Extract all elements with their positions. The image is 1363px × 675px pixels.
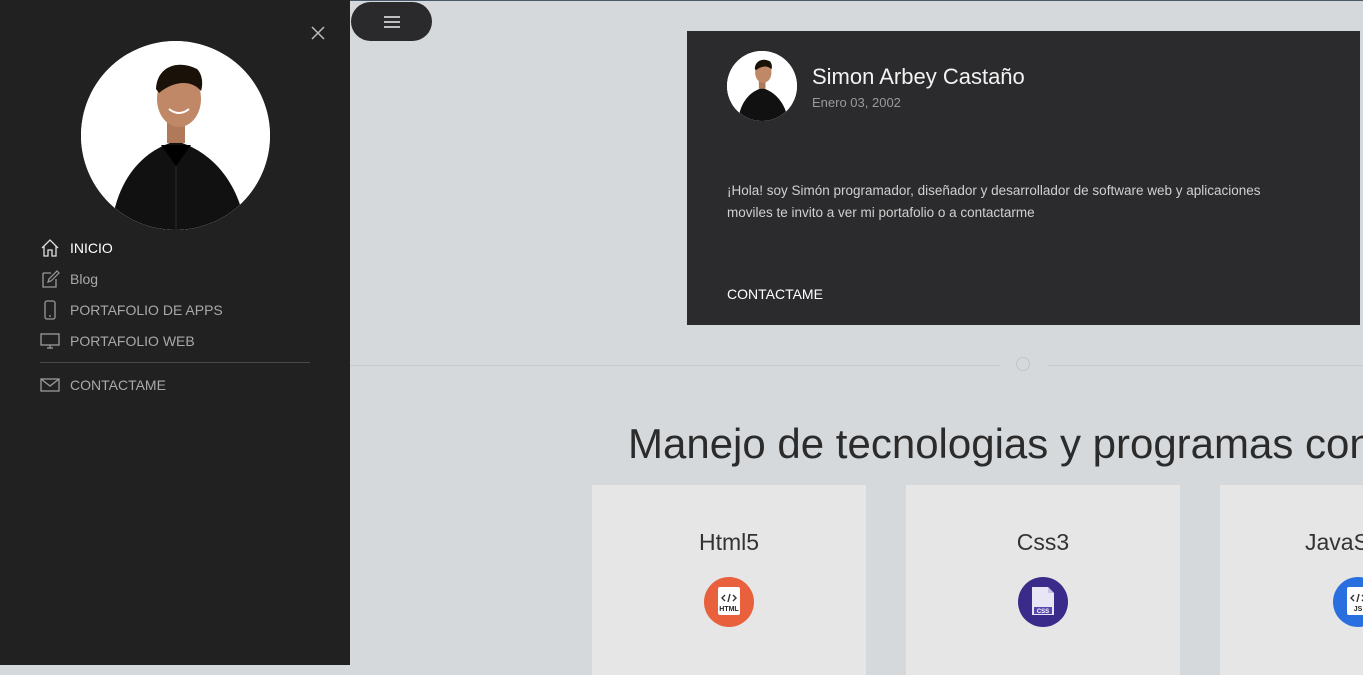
sidebar-item-portafolio-apps[interactable]: PORTAFOLIO DE APPS bbox=[40, 294, 310, 325]
tech-card-css3: Css3 CSS bbox=[906, 485, 1180, 675]
javascript-icon: JS bbox=[1333, 577, 1363, 627]
profile-bio: ¡Hola! soy Simón programador, diseñador … bbox=[727, 183, 1261, 220]
sidebar-item-label: PORTAFOLIO DE APPS bbox=[70, 301, 223, 318]
home-icon bbox=[40, 238, 60, 258]
sidebar: INICIO Blog PORTAFOLIO DE APPS PORTAFOLI… bbox=[0, 0, 350, 665]
hamburger-icon bbox=[383, 15, 400, 28]
separator-dot bbox=[1016, 357, 1030, 371]
sidebar-nav: INICIO Blog PORTAFOLIO DE APPS PORTAFOLI… bbox=[40, 232, 310, 400]
tech-name: Css3 bbox=[1016, 529, 1070, 555]
profile-card-avatar bbox=[727, 51, 797, 121]
sidebar-item-label: Blog bbox=[70, 270, 99, 287]
close-icon[interactable] bbox=[307, 22, 329, 44]
separator-line-left bbox=[350, 365, 1000, 366]
profile-name: Simon Arbey Castaño bbox=[812, 64, 1025, 89]
sidebar-item-label: INICIO bbox=[70, 239, 113, 256]
sidebar-item-contactame[interactable]: CONTACTAME bbox=[40, 369, 310, 400]
tech-name: JavaS bbox=[1305, 529, 1363, 555]
svg-text:JS: JS bbox=[1354, 606, 1363, 613]
profile-date: Enero 03, 2002 bbox=[812, 95, 901, 110]
sidebar-item-inicio[interactable]: INICIO bbox=[40, 232, 310, 263]
svg-text:HTML: HTML bbox=[719, 606, 739, 613]
separator-line-right bbox=[1048, 365, 1363, 366]
sidebar-item-portafolio-web[interactable]: PORTAFOLIO WEB bbox=[40, 325, 310, 356]
sidebar-item-blog[interactable]: Blog bbox=[40, 263, 310, 294]
profile-card: Simon Arbey Castaño Enero 03, 2002 ¡Hola… bbox=[687, 31, 1360, 325]
css3-icon: CSS bbox=[1018, 577, 1068, 627]
phone-icon bbox=[40, 299, 60, 320]
sidebar-item-label: PORTAFOLIO WEB bbox=[70, 332, 195, 349]
skills-title: Manejo de tecnologias y programas con bbox=[628, 420, 1363, 467]
tech-card-html5: Html5 HTML bbox=[592, 485, 866, 675]
html5-icon: HTML bbox=[704, 577, 754, 627]
contact-button[interactable]: CONTACTAME bbox=[727, 286, 823, 302]
edit-icon bbox=[40, 269, 60, 289]
tech-card-javascript: JavaS JS bbox=[1220, 485, 1363, 675]
menu-toggle-button[interactable] bbox=[351, 2, 432, 41]
mail-icon bbox=[40, 375, 60, 395]
profile-avatar bbox=[81, 41, 270, 230]
svg-text:CSS: CSS bbox=[1037, 609, 1049, 615]
sidebar-item-label: CONTACTAME bbox=[70, 376, 166, 393]
monitor-icon bbox=[40, 331, 60, 351]
tech-name: Html5 bbox=[698, 529, 760, 555]
nav-divider bbox=[40, 362, 310, 363]
top-border bbox=[350, 0, 1363, 1]
